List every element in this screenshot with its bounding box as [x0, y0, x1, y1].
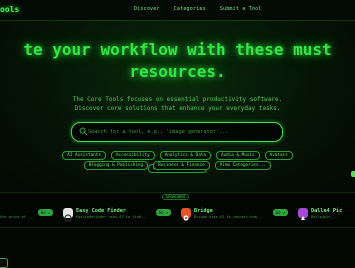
- site-logo[interactable]: ools: [0, 5, 19, 14]
- chip-avatars[interactable]: Avatars: [264, 151, 293, 160]
- sponsor-tagline: Easycodefinder uses AI to find...: [76, 215, 148, 219]
- sponsor-tagline: Dalle4pic ...: [311, 215, 340, 219]
- chip-accessibility[interactable]: Accessibility: [110, 151, 155, 160]
- sponsor-card[interactable]: Bridge Bridge uses AI to connect hum... …: [181, 207, 291, 221]
- chip-blogging-publishing[interactable]: Blogging & Publishing: [83, 161, 149, 170]
- sponsor-go-button[interactable]: Go ↗: [156, 209, 171, 216]
- nav-categories[interactable]: Categories: [174, 6, 206, 12]
- sponsor-tagline: Bridge uses AI to connect hum...: [194, 215, 264, 219]
- side-tab[interactable]: [351, 171, 355, 177]
- sponsor-card[interactable]: Dalle4 Pic Dalle4pic ...: [298, 207, 355, 221]
- chip-audio-music[interactable]: Audio & Music: [215, 151, 260, 160]
- chip-view-categories[interactable]: View Categories...: [214, 161, 272, 170]
- search-input[interactable]: [88, 126, 273, 137]
- search-icon: [79, 127, 88, 136]
- chip-ai-assistants[interactable]: AI Assistants: [62, 151, 106, 160]
- hero-headline-line-2: resources.: [129, 62, 226, 81]
- search-box: [71, 122, 283, 142]
- sponsor-name: Bridge: [194, 208, 213, 214]
- sponsor-go-button[interactable]: Go ↗: [38, 209, 53, 216]
- chip-business-finance[interactable]: Business & Finance: [153, 161, 210, 170]
- sponsor-card[interactable]: Easy Code Finder Easycodefinder uses AI …: [63, 207, 173, 222]
- chip-analytics-data[interactable]: Analytics & Data: [159, 151, 211, 160]
- sponsor-tagline: the price of ...: [0, 215, 35, 219]
- category-chips-row-2: Blogging & Publishing Business & Finance…: [45, 161, 310, 170]
- main-nav: Discover Categories Submit a Tool: [134, 6, 262, 12]
- hero-description-line-1: The Core Tools focuses on essential prod…: [72, 96, 283, 103]
- sponsor-name: Easy Code Finder: [76, 208, 126, 214]
- nav-discover[interactable]: Discover: [134, 6, 160, 12]
- sponsor-card[interactable]: the price of ... Go ↗: [0, 207, 60, 221]
- sponsor-name: Dalle4 Pic: [311, 208, 343, 214]
- sponsor-go-button[interactable]: Go ↗: [273, 209, 288, 216]
- hero-description-line-2: Discover core solutions that enhance you…: [74, 104, 281, 112]
- bridge-logo-icon: [181, 208, 191, 221]
- sponsored-badge: SPONSORED: [162, 194, 190, 200]
- scroll-to-top-button[interactable]: [0, 258, 8, 268]
- dalle4-pic-logo-icon: [298, 208, 308, 220]
- easy-code-finder-logo-icon: [63, 208, 73, 222]
- hero-headline-line-1: te your workflow with these must: [23, 40, 332, 59]
- top-navigation-bar: ools Discover Categories Submit a Tool: [0, 0, 355, 21]
- nav-submit-tool[interactable]: Submit a Tool: [220, 6, 262, 12]
